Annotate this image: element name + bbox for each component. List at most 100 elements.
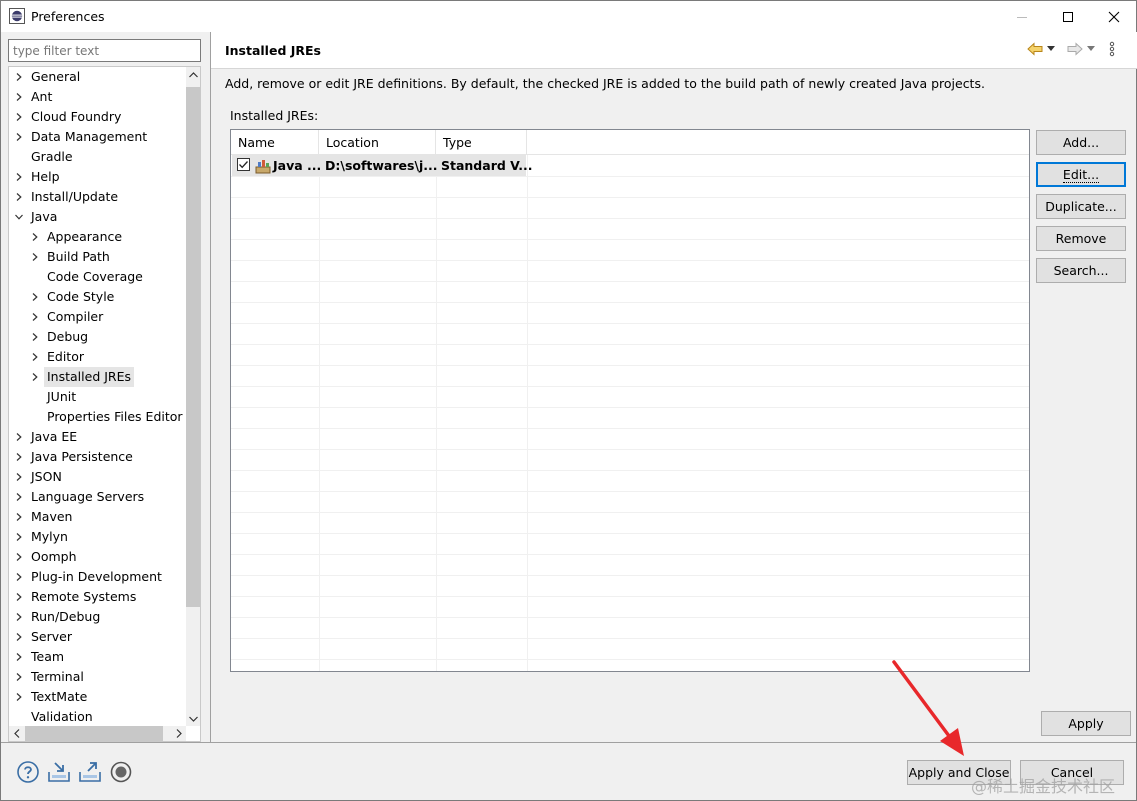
- maximize-icon: [1063, 11, 1073, 22]
- tree-item[interactable]: Appearance: [9, 227, 186, 247]
- chevron-right-icon[interactable]: [13, 87, 25, 107]
- tree-item[interactable]: Java: [9, 207, 186, 227]
- chevron-right-icon[interactable]: [13, 507, 25, 527]
- tree-item[interactable]: JSON: [9, 467, 186, 487]
- tree-item[interactable]: Editor: [9, 347, 186, 367]
- chevron-right-icon[interactable]: [13, 567, 25, 587]
- horizontal-scrollbar[interactable]: [9, 726, 186, 741]
- horizontal-scroll-thumb[interactable]: [25, 726, 163, 741]
- chevron-right-icon[interactable]: [13, 587, 25, 607]
- close-button[interactable]: [1091, 1, 1137, 32]
- tree-item[interactable]: Install/Update: [9, 187, 186, 207]
- row-divider: [231, 218, 1029, 219]
- apply-button[interactable]: Apply: [1041, 711, 1131, 736]
- tree-item[interactable]: Cloud Foundry: [9, 107, 186, 127]
- tree-item[interactable]: Java Persistence: [9, 447, 186, 467]
- view-menu-icon[interactable]: [1109, 41, 1115, 57]
- remove-button[interactable]: Remove: [1036, 226, 1126, 251]
- chevron-right-icon[interactable]: [13, 487, 25, 507]
- tree-item[interactable]: TextMate: [9, 687, 186, 707]
- chevron-right-icon[interactable]: [29, 307, 41, 327]
- tree-item[interactable]: Code Style: [9, 287, 186, 307]
- scroll-down-icon[interactable]: [186, 711, 200, 726]
- chevron-right-icon[interactable]: [13, 647, 25, 667]
- import-icon[interactable]: [47, 760, 71, 784]
- tree-item[interactable]: Data Management: [9, 127, 186, 147]
- tree-item[interactable]: JUnit: [9, 387, 186, 407]
- chevron-right-icon[interactable]: [29, 247, 41, 267]
- export-icon[interactable]: [78, 760, 102, 784]
- tree-item[interactable]: Properties Files Editor: [9, 407, 186, 427]
- chevron-right-icon[interactable]: [13, 107, 25, 127]
- window-title: Preferences: [31, 9, 105, 24]
- vertical-scrollbar[interactable]: [186, 67, 200, 726]
- tree-item[interactable]: Server: [9, 627, 186, 647]
- tree-item[interactable]: Java EE: [9, 427, 186, 447]
- row-divider: [231, 407, 1029, 408]
- duplicate-button[interactable]: Duplicate...: [1036, 194, 1126, 219]
- tree-item[interactable]: Plug-in Development: [9, 567, 186, 587]
- vertical-scroll-thumb[interactable]: [186, 87, 200, 607]
- chevron-right-icon[interactable]: [13, 447, 25, 467]
- maximize-button[interactable]: [1045, 1, 1091, 32]
- tree-item[interactable]: Terminal: [9, 667, 186, 687]
- jre-checkbox[interactable]: [237, 158, 250, 171]
- tree-item[interactable]: Code Coverage: [9, 267, 186, 287]
- chevron-right-icon[interactable]: [13, 607, 25, 627]
- tree-item[interactable]: General: [9, 67, 186, 87]
- column-divider: [527, 155, 528, 671]
- scroll-left-icon[interactable]: [9, 726, 24, 741]
- chevron-right-icon[interactable]: [13, 627, 25, 647]
- back-menu-icon[interactable]: [1047, 46, 1055, 52]
- tree-item[interactable]: Maven: [9, 507, 186, 527]
- tree-item[interactable]: Team: [9, 647, 186, 667]
- jre-table[interactable]: Name Location Type Java ... D:\softwares…: [230, 129, 1030, 672]
- scroll-right-icon[interactable]: [171, 726, 186, 741]
- chevron-right-icon[interactable]: [29, 227, 41, 247]
- page-description: Add, remove or edit JRE definitions. By …: [225, 76, 985, 91]
- back-arrow-icon[interactable]: [1027, 42, 1043, 56]
- tree-item[interactable]: Installed JREs: [9, 367, 186, 387]
- forward-arrow-icon[interactable]: [1067, 42, 1083, 56]
- tree-item[interactable]: Run/Debug: [9, 607, 186, 627]
- column-header-name[interactable]: Name: [231, 130, 319, 155]
- chevron-right-icon[interactable]: [13, 167, 25, 187]
- search-button[interactable]: Search...: [1036, 258, 1126, 283]
- chevron-right-icon[interactable]: [13, 67, 25, 87]
- forward-menu-icon[interactable]: [1087, 46, 1095, 52]
- tree-item-label: Build Path: [47, 249, 110, 264]
- chevron-right-icon[interactable]: [29, 327, 41, 347]
- chevron-right-icon[interactable]: [13, 547, 25, 567]
- tree-item[interactable]: Help: [9, 167, 186, 187]
- help-icon[interactable]: [16, 760, 40, 784]
- tree-item[interactable]: Compiler: [9, 307, 186, 327]
- edit-button[interactable]: Edit...: [1036, 162, 1126, 187]
- tree-item[interactable]: Gradle: [9, 147, 186, 167]
- tree-item[interactable]: Validation: [9, 707, 186, 727]
- chevron-right-icon[interactable]: [13, 527, 25, 547]
- chevron-right-icon[interactable]: [13, 687, 25, 707]
- chevron-right-icon[interactable]: [13, 467, 25, 487]
- tree-item[interactable]: Ant: [9, 87, 186, 107]
- tree-item[interactable]: Oomph: [9, 547, 186, 567]
- chevron-right-icon[interactable]: [13, 127, 25, 147]
- chevron-right-icon[interactable]: [13, 187, 25, 207]
- column-header-type[interactable]: Type: [436, 130, 527, 155]
- column-header-location[interactable]: Location: [319, 130, 436, 155]
- chevron-right-icon[interactable]: [29, 367, 41, 387]
- tree-item[interactable]: Build Path: [9, 247, 186, 267]
- scroll-up-icon[interactable]: [186, 67, 200, 82]
- chevron-right-icon[interactable]: [13, 667, 25, 687]
- minimize-button[interactable]: [999, 1, 1045, 32]
- tree-item[interactable]: Debug: [9, 327, 186, 347]
- chevron-right-icon[interactable]: [29, 287, 41, 307]
- filter-input[interactable]: [8, 39, 201, 62]
- tree-item[interactable]: Mylyn: [9, 527, 186, 547]
- chevron-right-icon[interactable]: [29, 347, 41, 367]
- tree-item[interactable]: Remote Systems: [9, 587, 186, 607]
- chevron-down-icon[interactable]: [13, 207, 25, 227]
- chevron-right-icon[interactable]: [13, 427, 25, 447]
- oomph-icon[interactable]: [109, 760, 133, 784]
- add-button[interactable]: Add...: [1036, 130, 1126, 155]
- tree-item[interactable]: Language Servers: [9, 487, 186, 507]
